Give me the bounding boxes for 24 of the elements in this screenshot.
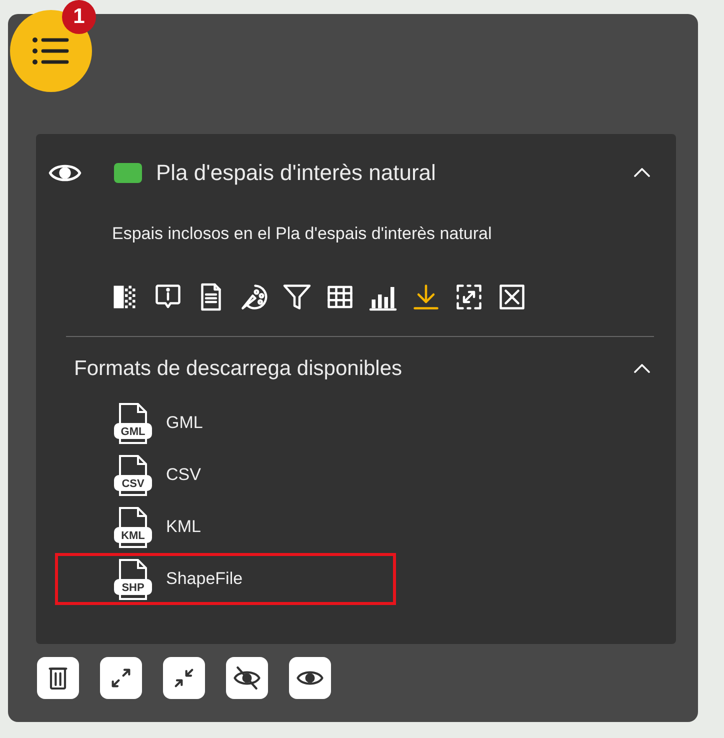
download-format-item[interactable]: KML KML xyxy=(55,501,396,553)
collapse-button[interactable] xyxy=(163,657,205,699)
downloads-title: Formats de descarrega disponibles xyxy=(74,357,404,381)
layer-tool-button[interactable] xyxy=(454,282,484,312)
layer-tool-button[interactable] xyxy=(411,282,441,312)
layer-tool-button[interactable] xyxy=(497,282,527,312)
palette-icon xyxy=(239,282,269,312)
list-icon xyxy=(31,35,71,67)
layer-description: Espais inclosos en el Pla d'espais d'interès natural xyxy=(112,224,493,244)
download-format-item[interactable]: SHP ShapeFile xyxy=(55,553,396,605)
download-format-item[interactable]: GML GML xyxy=(55,397,396,449)
layer-title: Pla d'espais d'interès natural xyxy=(156,160,437,186)
layer-tool-button[interactable] xyxy=(239,282,269,312)
download-icon xyxy=(411,282,441,312)
expand-button[interactable] xyxy=(100,657,142,699)
zoom-extent-icon xyxy=(454,282,484,312)
download-format-item[interactable]: CSV CSV xyxy=(55,449,396,501)
eye-off-icon xyxy=(233,664,261,692)
filter-icon xyxy=(282,282,312,312)
layer-tool-button[interactable] xyxy=(282,282,312,312)
delete-button[interactable] xyxy=(37,657,79,699)
hide-button[interactable] xyxy=(226,657,268,699)
show-button[interactable] xyxy=(289,657,331,699)
close-icon xyxy=(497,282,527,312)
